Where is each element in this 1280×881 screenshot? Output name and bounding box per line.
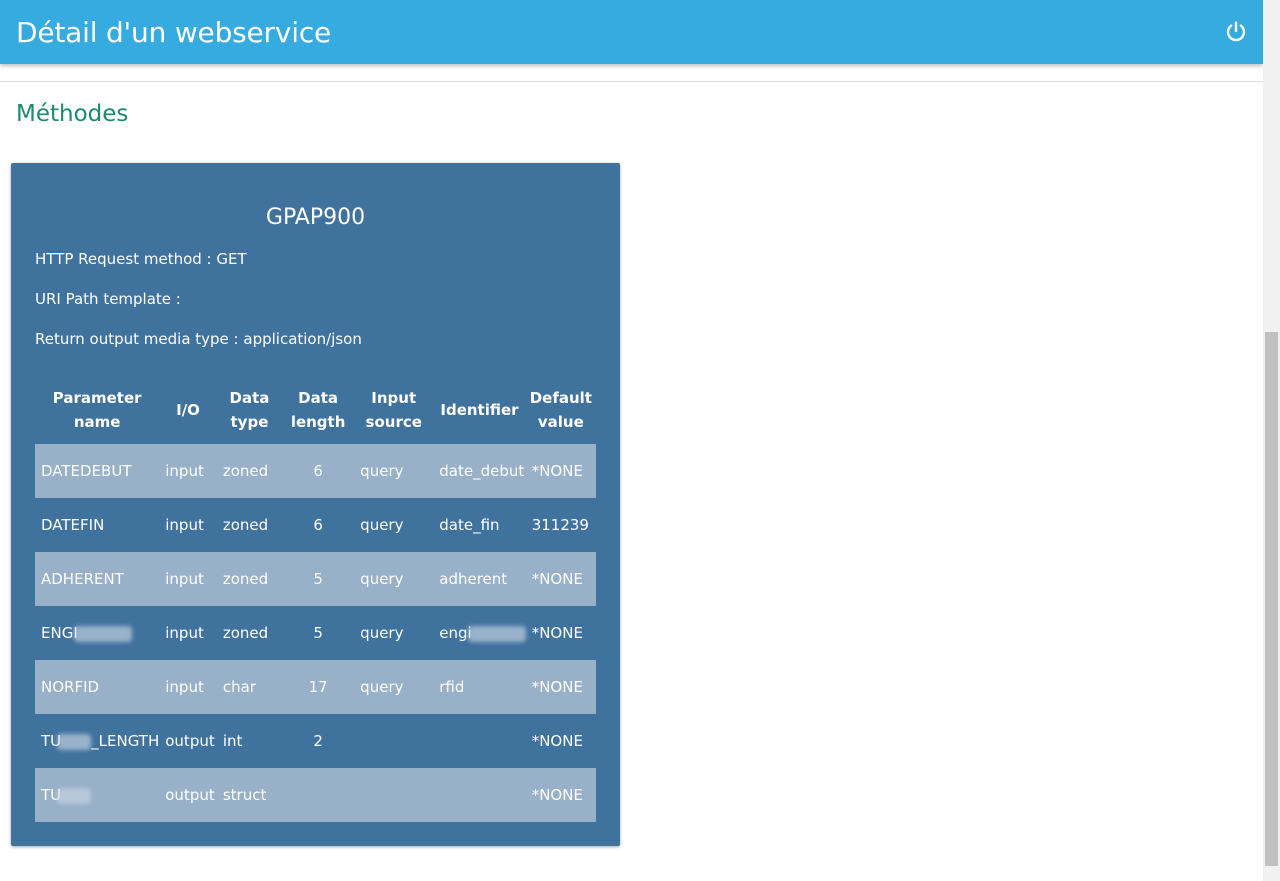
cell-io: output bbox=[159, 768, 217, 822]
cell-input-source: query bbox=[354, 660, 434, 714]
redacted-blur bbox=[73, 625, 132, 642]
cell-io: input bbox=[165, 516, 204, 534]
cell-parameter-name: NORFID bbox=[35, 660, 160, 714]
cell-input-source: query bbox=[354, 444, 434, 498]
cell-data-type: zoned bbox=[216, 444, 283, 498]
cell-data-length bbox=[282, 768, 355, 822]
section-title: Méthodes bbox=[16, 101, 129, 127]
table-row: DATEFIN input zoned 6 query date_fin 311… bbox=[35, 498, 596, 552]
table-row: DATEDEBUT input zoned 6 query date_debut… bbox=[35, 444, 596, 498]
cell-default-value: *NONE bbox=[525, 660, 596, 714]
method-name: GPAP900 bbox=[265, 205, 366, 230]
cell-data-length: 6 bbox=[313, 516, 323, 534]
cell-data-type: zoned bbox=[216, 552, 283, 606]
cell-default-value: *NONE bbox=[525, 552, 596, 606]
header-parameter-name: Parameter name bbox=[52, 389, 142, 431]
divider bbox=[0, 81, 1263, 82]
cell-default-value: 311239 bbox=[531, 516, 589, 534]
cell-input-source bbox=[354, 714, 433, 768]
cell-data-type: struct bbox=[216, 768, 283, 822]
table-row: ADHERENT input zoned 5 query adherent *N… bbox=[35, 552, 596, 606]
cell-identifier: engi bbox=[433, 606, 526, 660]
power-icon[interactable] bbox=[1224, 20, 1248, 44]
redacted-blur bbox=[57, 787, 92, 804]
header-data-type: Data type bbox=[229, 389, 270, 431]
cell-io: input bbox=[159, 660, 217, 714]
cell-data-type: zoned bbox=[222, 516, 269, 534]
table-row: TU output struct *NONE bbox=[35, 768, 596, 822]
cell-data-type: zoned bbox=[222, 624, 269, 642]
cell-data-type: int bbox=[222, 732, 243, 750]
table-row: ENGI input zoned 5 query engi *NONE bbox=[35, 606, 596, 660]
redacted-blur bbox=[57, 733, 92, 750]
cell-input-source: query bbox=[354, 552, 434, 606]
http-method-info: HTTP Request method : GET bbox=[35, 250, 247, 268]
parameter-name-suffix: _LENGTH bbox=[91, 732, 160, 750]
header-identifier: Identifier bbox=[440, 401, 519, 419]
cell-default-value: *NONE bbox=[525, 768, 596, 822]
cell-input-source bbox=[354, 768, 434, 822]
cell-io: input bbox=[165, 624, 204, 642]
cell-identifier: date_debut bbox=[433, 444, 526, 498]
cell-parameter-name: DATEDEBUT bbox=[35, 444, 160, 498]
cell-parameter-name: ENGI bbox=[35, 606, 159, 660]
cell-io: output bbox=[165, 732, 215, 750]
cell-io: input bbox=[159, 444, 217, 498]
cell-default-value: *NONE bbox=[531, 732, 583, 750]
cell-data-length: 5 bbox=[282, 552, 355, 606]
redacted-blur bbox=[467, 625, 526, 642]
cell-data-length: 5 bbox=[313, 624, 323, 642]
vertical-scrollbar[interactable] bbox=[1263, 0, 1280, 881]
header-default-value: Default value bbox=[529, 389, 592, 431]
header-input-source: Input source bbox=[365, 389, 422, 431]
cell-identifier: rfid bbox=[433, 660, 526, 714]
app-header: Détail d'un webservice bbox=[0, 0, 1263, 64]
cell-default-value: *NONE bbox=[531, 624, 583, 642]
cell-parameter-name: ADHERENT bbox=[35, 552, 160, 606]
cell-data-length: 17 bbox=[282, 660, 355, 714]
cell-identifier bbox=[433, 714, 525, 768]
cell-input-source: query bbox=[360, 516, 404, 534]
cell-data-type: char bbox=[216, 660, 283, 714]
uri-path-info: URI Path template : bbox=[35, 290, 181, 308]
identifier-text: engi bbox=[439, 624, 472, 642]
cell-default-value: *NONE bbox=[525, 444, 596, 498]
cell-identifier: date_fin bbox=[439, 516, 500, 534]
cell-parameter-name: TU _LENGTH bbox=[35, 714, 159, 768]
table-header-row: Parameter name I/O Data type Data length… bbox=[35, 376, 596, 444]
header-data-length: Data length bbox=[290, 389, 346, 431]
page-title: Détail d'un webservice bbox=[16, 16, 332, 49]
table-row: NORFID input char 17 query rfid *NONE bbox=[35, 660, 596, 714]
table-row: TU _LENGTH output int 2 *NONE bbox=[35, 714, 596, 768]
parameter-name-text: ENGI bbox=[41, 624, 78, 642]
method-card: GPAP900 HTTP Request method : GET URI Pa… bbox=[11, 163, 620, 846]
cell-input-source: query bbox=[360, 624, 404, 642]
cell-data-length: 2 bbox=[313, 732, 323, 750]
header-io: I/O bbox=[176, 401, 200, 419]
cell-parameter-name: DATEFIN bbox=[41, 516, 105, 534]
cell-parameter-name: TU bbox=[35, 768, 160, 822]
cell-data-length: 6 bbox=[282, 444, 355, 498]
cell-io: input bbox=[159, 552, 217, 606]
scrollbar-thumb[interactable] bbox=[1265, 332, 1278, 866]
cell-identifier bbox=[433, 768, 526, 822]
parameters-table: Parameter name I/O Data type Data length… bbox=[35, 376, 596, 822]
cell-identifier: adherent bbox=[433, 552, 526, 606]
media-type-info: Return output media type : application/j… bbox=[35, 330, 362, 348]
